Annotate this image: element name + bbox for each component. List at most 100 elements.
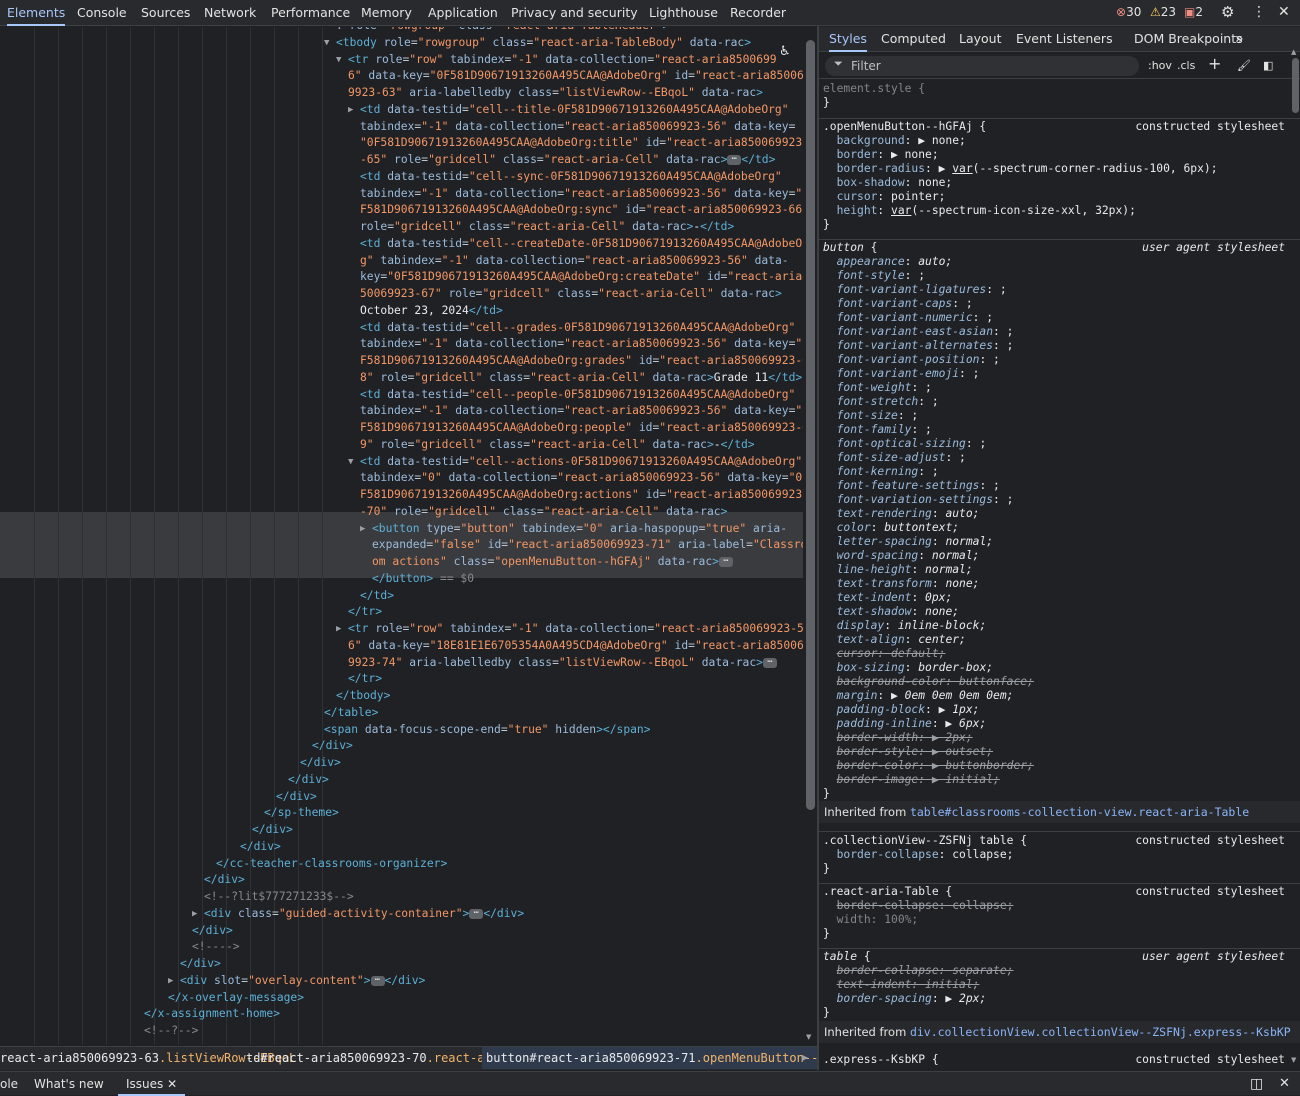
- tab-recorder[interactable]: Recorder: [730, 0, 786, 26]
- style-rule-line[interactable]: font-variant-caps: ;: [823, 297, 1293, 311]
- style-rule-line[interactable]: background: ▶ none;: [823, 134, 1293, 148]
- style-rule-line[interactable]: text-align: center;: [823, 633, 1293, 647]
- dom-node-line[interactable]: ▼ <tbody role="rowgroup" class="react-ari…: [0, 35, 803, 52]
- dom-node-line[interactable]: F581D90671913260A495CAA@AdobeOrg:actions…: [0, 487, 803, 504]
- style-rule-line[interactable]: font-family: ;: [823, 423, 1293, 437]
- style-rule-line[interactable]: }: [823, 218, 1293, 232]
- dom-node-line[interactable]: ▶ <tr role="row" tabindex="-1" data-colle…: [0, 621, 803, 638]
- dom-node-line[interactable]: </div>: [0, 923, 803, 940]
- drawer-tab-whats-new[interactable]: What's new: [34, 1072, 104, 1096]
- dom-node-line[interactable]: </div>: [0, 839, 803, 856]
- dom-node-line[interactable]: </div>: [0, 755, 803, 772]
- tab-network[interactable]: Network: [204, 0, 256, 26]
- style-rule-line[interactable]: border-style: ▶ outset;: [823, 745, 1293, 759]
- dom-node-line[interactable]: tabindex="-1" data-collection="react-ari…: [0, 119, 803, 136]
- style-rule-line[interactable]: }: [823, 787, 1293, 801]
- dom-node-line[interactable]: </button> == $0: [0, 571, 803, 588]
- dom-node-line[interactable]: </div>: [0, 872, 803, 889]
- expand-toggle-icon[interactable]: ▼: [348, 454, 353, 470]
- error-counter[interactable]: ⊗30: [1116, 0, 1141, 26]
- style-rule-line[interactable]: border-image: ▶ initial;: [823, 773, 1293, 787]
- style-rule-line[interactable]: text-shadow: none;: [823, 605, 1293, 619]
- drawer-tab-issues[interactable]: Issues ✕: [118, 1072, 186, 1096]
- more-tabs-chevron-icon[interactable]: »: [1235, 27, 1244, 52]
- style-rule-line[interactable]: font-variant-numeric: ;: [823, 311, 1293, 325]
- style-rule-line[interactable]: color: buttontext;: [823, 521, 1293, 535]
- stylesheet-origin[interactable]: constructed stylesheet: [1135, 834, 1285, 847]
- inherited-selector-link[interactable]: div.collectionView.collectionView--ZSFNj…: [910, 1025, 1291, 1039]
- dom-scrollbar-thumb[interactable]: [806, 40, 815, 810]
- dom-node-line[interactable]: 6" data-key="0F581D90671913260A495CAA@Ad…: [0, 68, 803, 85]
- style-rule-line[interactable]: border-collapse: collapse;: [823, 899, 1293, 913]
- styles-scroll-up-icon[interactable]: ▲: [1291, 48, 1296, 56]
- tab-performance[interactable]: Performance: [271, 0, 350, 26]
- tab-sources[interactable]: Sources: [141, 0, 190, 26]
- style-rule-line[interactable]: }: [823, 96, 1293, 110]
- style-rule-line[interactable]: font-variant-alternates: ;: [823, 339, 1293, 353]
- tab-memory[interactable]: Memory: [361, 0, 412, 26]
- settings-gear-icon[interactable]: ⚙: [1221, 0, 1234, 26]
- new-rule-plus-icon[interactable]: +: [1208, 55, 1221, 73]
- dom-node-line[interactable]: </x-assignment-home>: [0, 1006, 803, 1023]
- hover-state-toggle[interactable]: :hov: [1148, 57, 1172, 75]
- dom-node-line[interactable]: 50069923-67" role="gridcell" class="reac…: [0, 286, 803, 303]
- style-rule-line[interactable]: border-spacing: ▶ 2px;: [823, 992, 1293, 1006]
- dom-node-line[interactable]: <!---->: [0, 939, 803, 956]
- dom-node-line[interactable]: </tr>: [0, 604, 803, 621]
- dom-node-line[interactable]: -65" role="gridcell" class="react-aria-C…: [0, 152, 803, 169]
- stylesheet-origin[interactable]: constructed stylesheet: [1135, 885, 1285, 898]
- style-rule-line[interactable]: border: ▶ none;: [823, 148, 1293, 162]
- dom-node-line[interactable]: </div>: [0, 772, 803, 789]
- dom-node-line[interactable]: </tbody>: [0, 688, 803, 705]
- dom-node-line[interactable]: ▼ <tr role="row" tabindex="-1" data-colle…: [0, 52, 803, 69]
- dom-node-line[interactable]: g" tabindex="-1" data-collection="react-…: [0, 253, 803, 270]
- dom-node-line[interactable]: expanded="false" id="react-aria850069923…: [0, 537, 803, 554]
- close-tab-icon[interactable]: ✕: [167, 1077, 177, 1091]
- sidebar-tab-layout[interactable]: Layout: [959, 27, 1002, 52]
- dom-node-line[interactable]: tabindex="-1" data-collection="react-ari…: [0, 403, 803, 420]
- style-rule-line[interactable]: font-variation-settings: ;: [823, 493, 1293, 507]
- dom-node-line[interactable]: </tr>: [0, 671, 803, 688]
- style-rule-line[interactable]: height: var(--spectrum-icon-size-xxl, 32…: [823, 204, 1293, 218]
- tab-lighthouse[interactable]: Lighthouse: [649, 0, 718, 26]
- dom-node-line[interactable]: ▶ <button type="button" tabindex="0" aria…: [0, 521, 803, 538]
- style-rule-line[interactable]: border-width: ▶ 2px;: [823, 731, 1293, 745]
- paint-bucket-icon[interactable]: 🖌: [1237, 57, 1251, 75]
- close-drawer-icon[interactable]: ✕: [1279, 1072, 1290, 1096]
- sidebar-tab-event-listeners[interactable]: Event Listeners: [1016, 27, 1113, 52]
- warning-counter[interactable]: ⚠23: [1150, 0, 1176, 26]
- dom-node-line[interactable]: ▶ <div class="guided-activity-container">…: [0, 906, 803, 923]
- dom-node-line[interactable]: tabindex="-1" data-collection="react-ari…: [0, 336, 803, 353]
- style-rule-line[interactable]: border-radius: ▶ var(--spectrum-corner-r…: [823, 162, 1293, 176]
- style-rule-line[interactable]: text-rendering: auto;: [823, 507, 1293, 521]
- dom-node-line[interactable]: -70" role="gridcell" class="react-aria-C…: [0, 504, 803, 521]
- dom-node-line[interactable]: </x-overlay-message>: [0, 990, 803, 1007]
- close-devtools-icon[interactable]: ✕: [1278, 0, 1290, 26]
- dom-node-line[interactable]: role="gridcell" class="react-aria-Cell" …: [0, 219, 803, 236]
- dom-node-line[interactable]: F581D90671913260A495CAA@AdobeOrg:people"…: [0, 420, 803, 437]
- style-rule-line[interactable]: }: [823, 1006, 1293, 1020]
- style-rule-line[interactable]: font-variant-ligatures: ;: [823, 283, 1293, 297]
- dom-node-line[interactable]: <td data-testid="cell--sync-0F581D906719…: [0, 169, 803, 186]
- style-rule-line[interactable]: margin: ▶ 0em 0em 0em 0em;: [823, 689, 1293, 703]
- style-rule-line[interactable]: font-size: ;: [823, 409, 1293, 423]
- dom-node-line[interactable]: <span data-focus-scope-end="true" hidden…: [0, 722, 803, 739]
- tab-application[interactable]: Application: [428, 0, 498, 26]
- dom-node-line[interactable]: <td data-testid="cell--createDate-0F581D…: [0, 236, 803, 253]
- dom-node-line[interactable]: </td>: [0, 588, 803, 605]
- dom-node-line[interactable]: <td data-testid="cell--people-0F581D9067…: [0, 387, 803, 404]
- expand-toggle-icon[interactable]: ▶: [192, 906, 197, 922]
- breadcrumb-scroll-icon[interactable]: ▶: [802, 1047, 808, 1069]
- tab-privacy-and-security[interactable]: Privacy and security: [511, 0, 638, 26]
- dom-node-line[interactable]: </div>: [0, 822, 803, 839]
- style-rule-line[interactable]: }: [823, 862, 1293, 876]
- style-rule-line[interactable]: font-feature-settings: ;: [823, 479, 1293, 493]
- dom-node-line[interactable]: key="0F581D90671913260A495CAA@AdobeOrg:c…: [0, 269, 803, 286]
- style-rule-line[interactable]: padding-inline: ▶ 6px;: [823, 717, 1293, 731]
- class-toggle[interactable]: .cls: [1177, 57, 1195, 75]
- dom-node-line[interactable]: </div>: [0, 738, 803, 755]
- style-rule-line[interactable]: line-height: normal;: [823, 563, 1293, 577]
- style-rule-line[interactable]: text-transform: none;: [823, 577, 1293, 591]
- sidebar-tab-dom-breakpoints[interactable]: DOM Breakpoints: [1134, 27, 1243, 52]
- dom-node-line[interactable]: 9923-74" aria-labelledby class="listView…: [0, 655, 803, 672]
